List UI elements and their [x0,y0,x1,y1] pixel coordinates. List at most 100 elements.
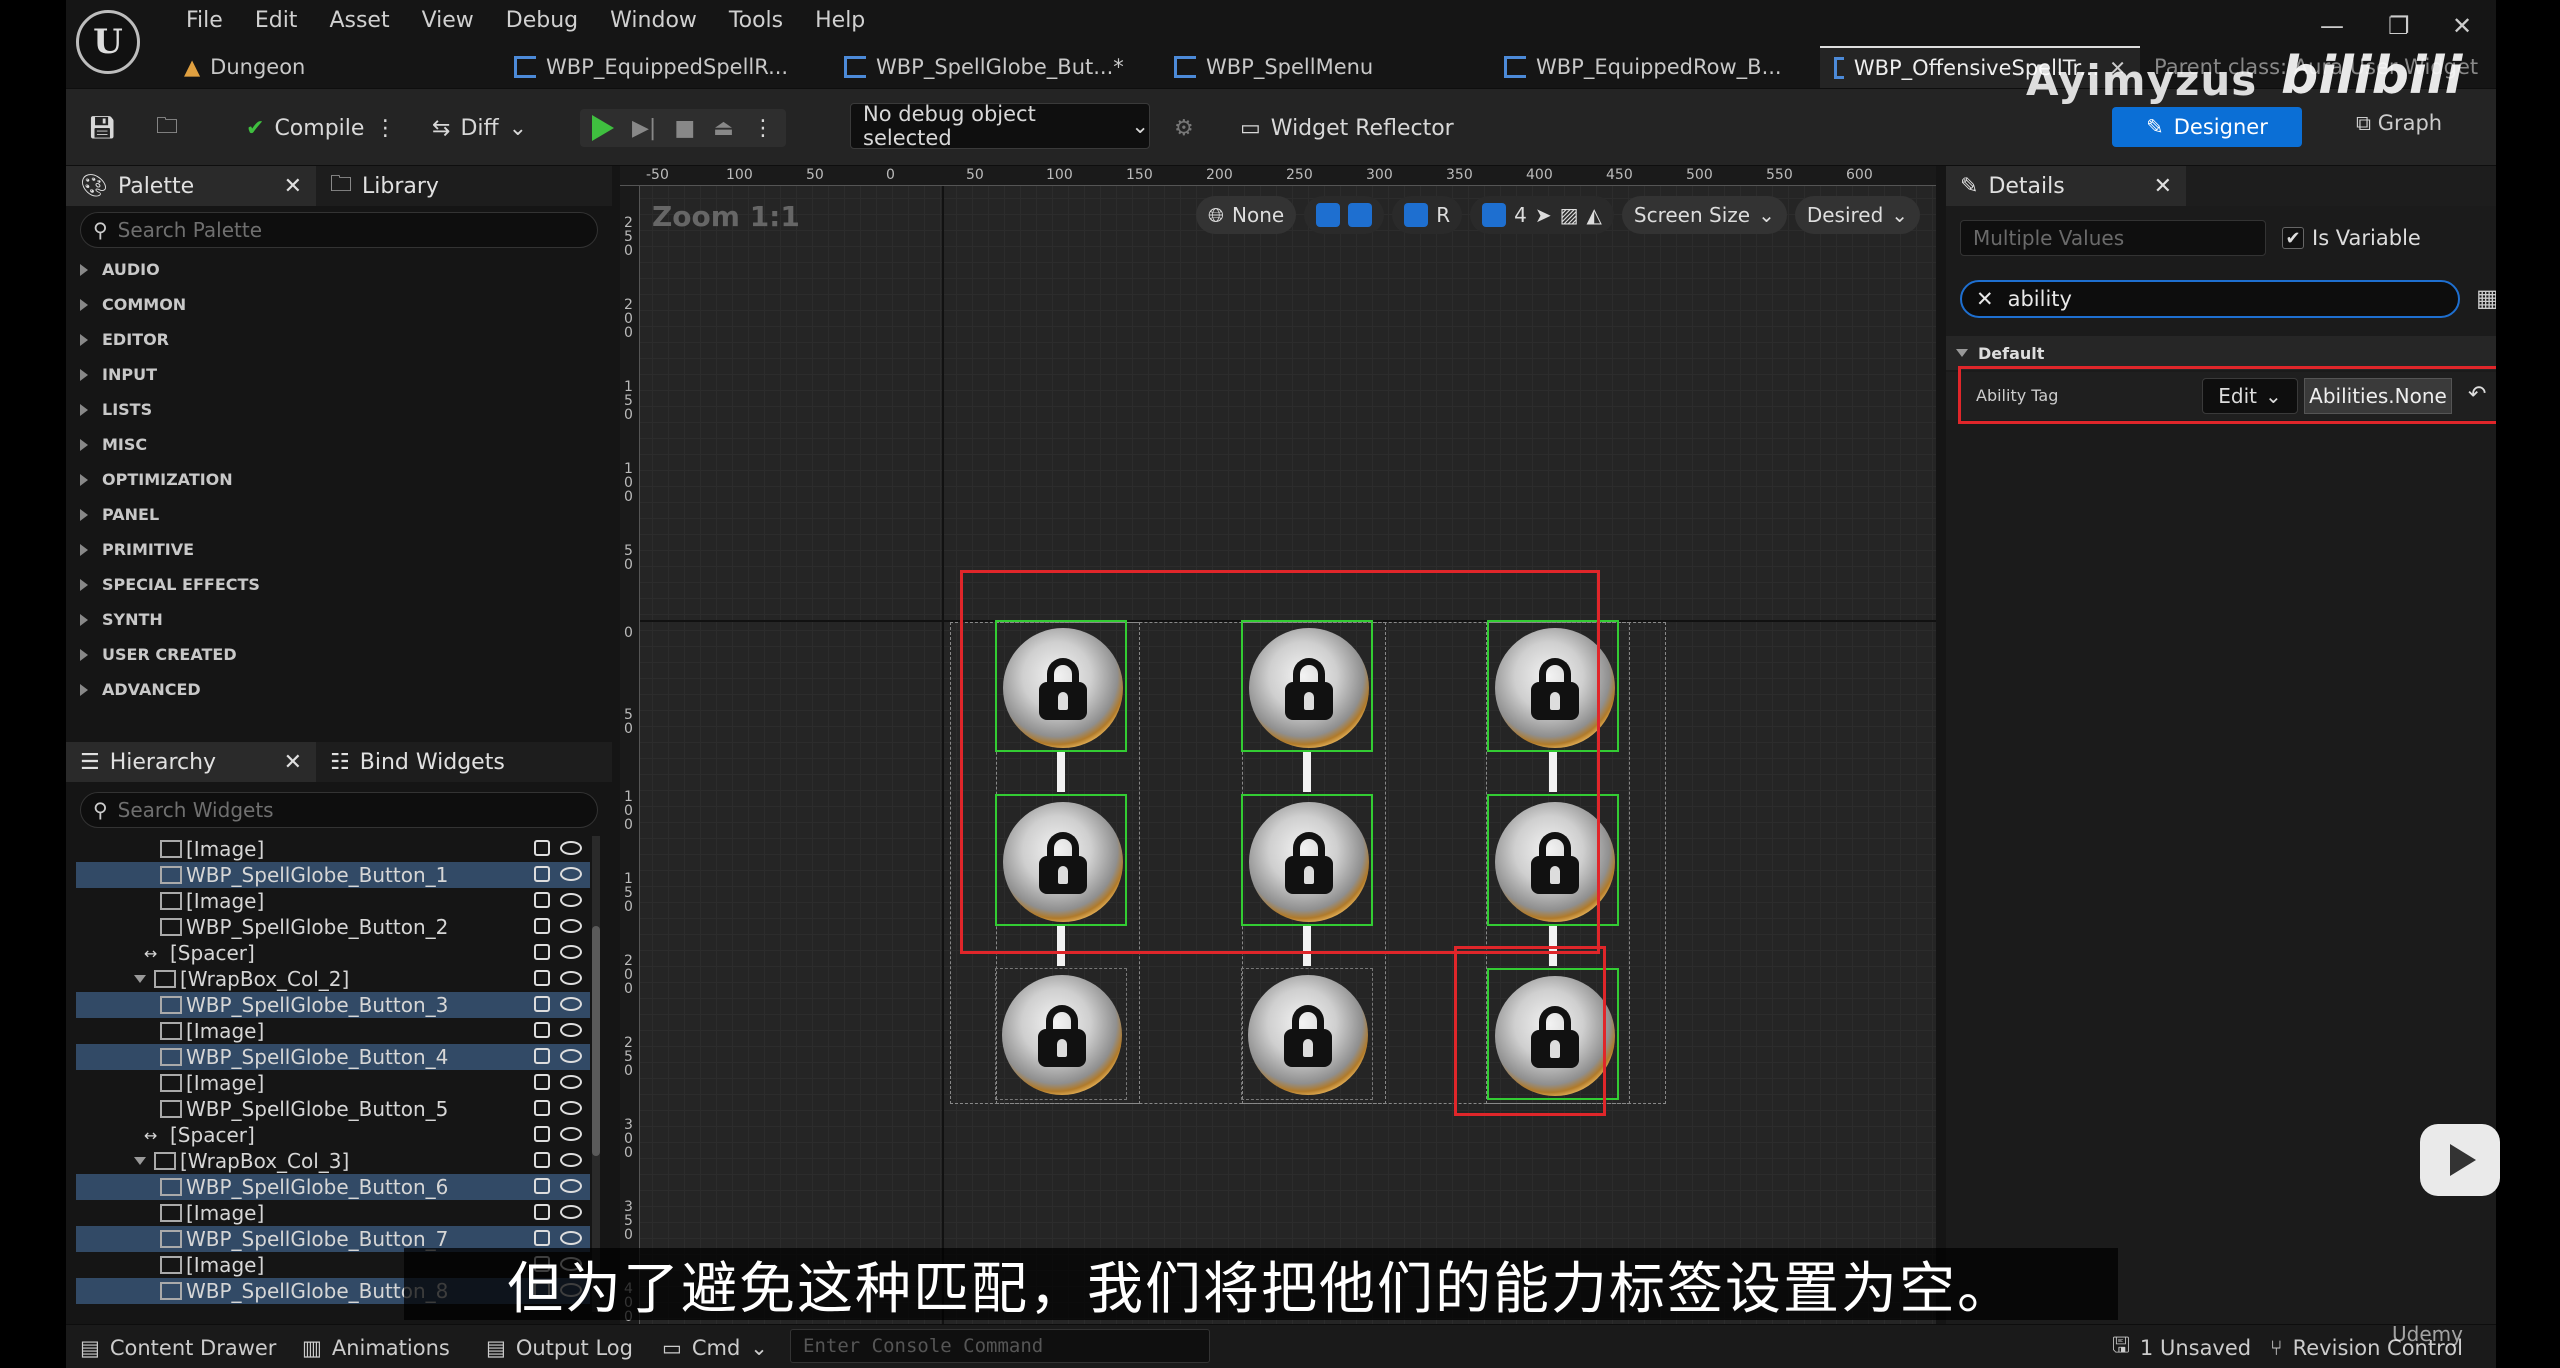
unreal-logo-icon[interactable]: U [76,10,140,74]
browse-icon[interactable]: 🗀︎ [156,109,178,147]
unsaved-indicator[interactable]: 🖫︎ 1 Unsaved [2112,1333,2251,1363]
screen-size-dropdown[interactable]: Screen Size ⌄ [1621,196,1787,234]
widget-name-field[interactable]: Multiple Values [1960,220,2266,256]
tab-equipped-spell-row[interactable]: WBP_EquippedSpellR... [500,46,830,88]
menu-window[interactable]: Window [594,6,713,35]
palette-category[interactable]: OPTIMIZATION [66,462,612,497]
palette-category[interactable]: MISC [66,427,612,462]
hierarchy-scrollbar[interactable] [592,836,600,1312]
visibility-eye-icon[interactable] [560,867,582,881]
unlock-icon[interactable] [534,918,550,934]
unlock-icon[interactable] [534,892,550,908]
close-icon[interactable]: ✕ [284,750,302,775]
grid-snap-toggle[interactable]: 4 ➤ ▨ ◭ [1470,196,1614,234]
visibility-eye-icon[interactable] [560,919,582,933]
clear-search-icon[interactable]: ✕ [1976,287,1994,311]
checkmark-icon[interactable]: ✔ [2282,227,2304,249]
respect-locks-toggle[interactable]: R [1392,196,1463,234]
palette-category[interactable]: ADVANCED [66,672,612,707]
hierarchy-row[interactable]: ↔ [Spacer] [76,1122,590,1148]
console-command-input[interactable]: Enter Console Command [790,1329,1210,1363]
close-window-icon[interactable]: ✕ [2452,12,2472,40]
unlock-icon[interactable] [534,1152,550,1168]
outline-toggle[interactable] [1304,196,1385,234]
hierarchy-row[interactable]: [Image] [76,888,590,914]
visibility-eye-icon[interactable] [560,893,582,907]
hierarchy-row[interactable]: WBP_SpellGlobe_Button_4 [76,1044,590,1070]
hierarchy-row[interactable]: [Image] [76,1018,590,1044]
visibility-eye-icon[interactable] [560,971,582,985]
menu-tools[interactable]: Tools [713,6,799,35]
hierarchy-row[interactable]: ↔ [Spacer] [76,940,590,966]
palette-category[interactable]: USER CREATED [66,637,612,672]
play-icon[interactable] [592,115,614,141]
compile-button[interactable]: ✔ Compile ⋮ [246,109,396,147]
tab-library[interactable]: 🗀︎ Library [316,166,453,206]
tab-details[interactable]: ✎ Details ✕ [1946,166,2186,206]
unlock-icon[interactable] [534,1100,550,1116]
hierarchy-search-input[interactable]: ⚲ Search Widgets [80,792,598,828]
menu-file[interactable]: File [170,6,239,35]
visibility-eye-icon[interactable] [560,997,582,1011]
unlock-icon[interactable] [534,1022,550,1038]
restore-icon[interactable]: ❐ [2388,12,2410,40]
output-log-button[interactable]: ▤ Output Log [486,1333,633,1363]
stop-icon[interactable]: ■ [674,116,695,141]
visibility-eye-icon[interactable] [560,945,582,959]
unlock-icon[interactable] [534,1204,550,1220]
more-options-icon[interactable]: ⋮ [374,116,396,141]
diff-button[interactable]: ⇆ Diff ⌄ [432,109,527,147]
widget-reflector-button[interactable]: ▭ Widget Reflector [1240,109,1454,147]
menu-help[interactable]: Help [799,6,881,35]
visibility-eye-icon[interactable] [560,1101,582,1115]
category-default[interactable]: Default [1946,336,2496,370]
palette-category[interactable]: AUDIO [66,252,612,287]
hierarchy-row[interactable]: [Image] [76,1200,590,1226]
hierarchy-row[interactable]: [Image] [76,1070,590,1096]
content-drawer-button[interactable]: ▤ Content Drawer [80,1333,276,1363]
hierarchy-row[interactable]: WBP_SpellGlobe_Button_2 [76,914,590,940]
menu-debug[interactable]: Debug [490,6,594,35]
step-icon[interactable]: ▶| [632,116,656,141]
visibility-eye-icon[interactable] [560,1127,582,1141]
hierarchy-row[interactable]: [WrapBox_Col_3] [76,1148,590,1174]
tab-bind-widgets[interactable]: ☷ Bind Widgets [316,742,519,782]
scrollbar-thumb[interactable] [592,926,600,1156]
tab-equipped-row[interactable]: WBP_EquippedRow_B... [1490,46,1820,88]
play-options-icon[interactable]: ⋮ [752,116,774,141]
designer-mode-button[interactable]: ✎ Designer [2112,107,2302,147]
close-icon[interactable]: ✕ [2154,174,2172,199]
close-icon[interactable]: ✕ [284,174,302,199]
palette-category[interactable]: INPUT [66,357,612,392]
palette-category[interactable]: SPECIAL EFFECTS [66,567,612,602]
fill-screen-dropdown[interactable]: Desired ⌄ [1794,196,1921,234]
cmd-dropdown[interactable]: ▭ Cmd ⌄ [662,1333,768,1363]
image-preview-icon[interactable]: ▨ [1560,203,1579,227]
visibility-eye-icon[interactable] [560,841,582,855]
tab-spellglobe-button[interactable]: WBP_SpellGlobe_But...* [830,46,1160,88]
unlock-icon[interactable] [534,1048,550,1064]
hierarchy-row[interactable]: WBP_SpellGlobe_Button_3 [76,992,590,1018]
palette-search-input[interactable]: ⚲ Search Palette [80,212,598,248]
visibility-eye-icon[interactable] [560,1075,582,1089]
unlock-icon[interactable] [534,996,550,1012]
spell-globe-button[interactable] [995,968,1127,1100]
graph-mode-button[interactable]: ⧉ Graph [2356,111,2442,136]
save-icon[interactable]: 💾︎ [88,109,116,147]
tab-spell-menu[interactable]: WBP_SpellMenu [1160,46,1490,88]
unlock-icon[interactable] [534,944,550,960]
palette-category[interactable]: COMMON [66,287,612,322]
visibility-eye-icon[interactable] [560,1205,582,1219]
collapse-arrow-icon[interactable] [134,975,146,983]
palette-category[interactable]: EDITOR [66,322,612,357]
unlock-icon[interactable] [534,970,550,986]
debug-filter-icon[interactable]: ⚙ [1174,109,1194,147]
tab-dungeon[interactable]: ▲ Dungeon [170,46,500,88]
palette-category[interactable]: SYNTH [66,602,612,637]
eject-icon[interactable]: ⏏ [713,116,734,141]
minimize-icon[interactable]: — [2320,12,2344,40]
palette-category[interactable]: PRIMITIVE [66,532,612,567]
menu-asset[interactable]: Asset [313,6,405,35]
cursor-icon[interactable]: ➤ [1535,203,1552,227]
visibility-eye-icon[interactable] [560,1153,582,1167]
